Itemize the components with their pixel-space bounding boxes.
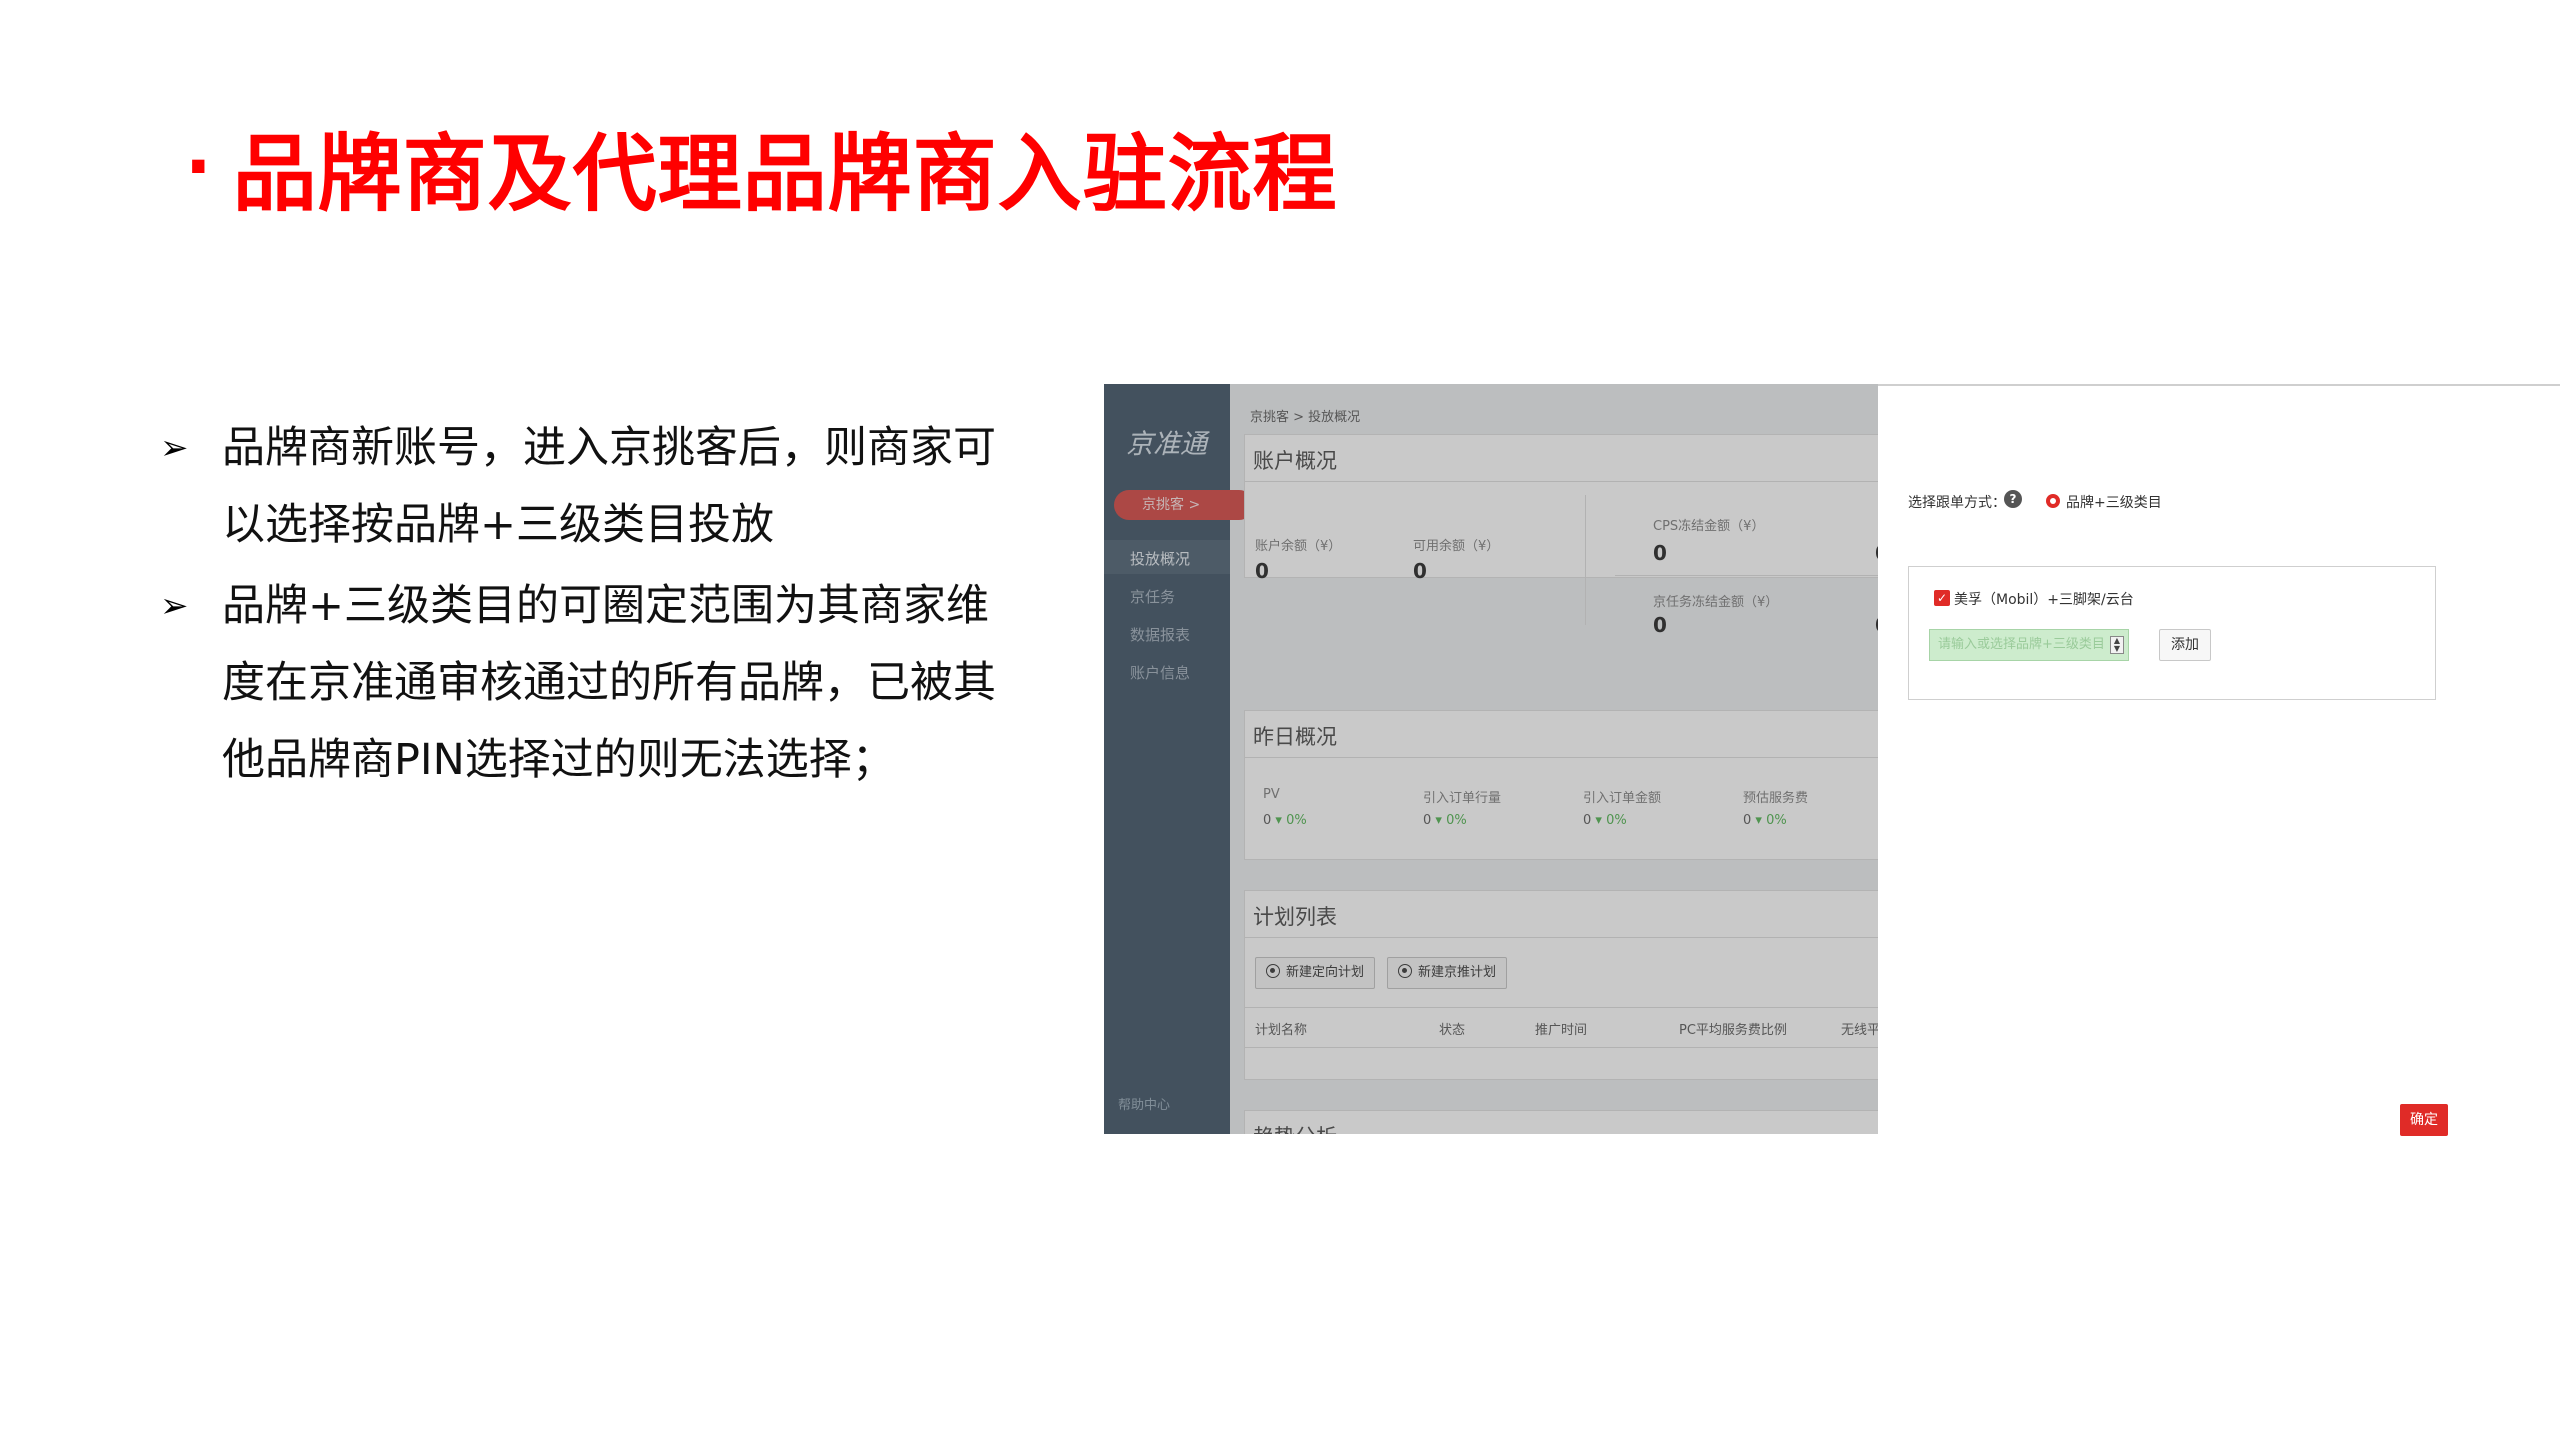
title-bullet-dot: · <box>185 126 213 208</box>
method-label: 选择跟单方式： <box>1908 495 2006 511</box>
brand-category-select[interactable]: 请输入或选择品牌+三级类目 ▲ ▼ <box>1929 629 2129 661</box>
spinner-icon[interactable]: ▲ ▼ <box>2110 636 2124 654</box>
brand-category-radio[interactable] <box>2046 494 2060 508</box>
bullet-list: ➢ 品牌商新账号，进入京挑客后，则商家可 以选择按品牌+三级类目投放 ➢ 品牌+… <box>160 410 1030 803</box>
bullet-line: 品牌商新账号，进入京挑客后，则商家可 <box>222 423 996 473</box>
bullet-line: 度在京准通审核通过的所有品牌，已被其 <box>222 658 996 708</box>
brand-category-panel: ✓ 美孚（Mobil）+三脚架/云台 请输入或选择品牌+三级类目 ▲ ▼ 添加 <box>1908 566 2436 700</box>
title-text: 品牌商及代理品牌商入驻流程 <box>232 124 1338 223</box>
add-button[interactable]: 添加 <box>2159 629 2211 661</box>
brand-category-checkbox[interactable]: ✓ <box>1934 590 1950 606</box>
arrow-bullet-icon: ➢ <box>160 586 189 626</box>
checkbox-label: 美孚（Mobil）+三脚架/云台 <box>1954 592 2134 608</box>
tracking-method-dialog: 选择跟单方式： ? 品牌+三级类目 ✓ 美孚（Mobil）+三脚架/云台 请输入… <box>1878 386 2454 1134</box>
select-placeholder: 请输入或选择品牌+三级类目 <box>1938 637 2105 652</box>
bullet-line: 以选择按品牌+三级类目投放 <box>222 500 775 550</box>
radio-label: 品牌+三级类目 <box>2066 495 2162 511</box>
modal-backdrop[interactable] <box>1104 384 1878 1134</box>
bullet-item: ➢ 品牌+三级类目的可圈定范围为其商家维 度在京准通审核通过的所有品牌，已被其 … <box>160 568 1030 799</box>
bullet-text: 品牌商新账号，进入京挑客后，则商家可 以选择按品牌+三级类目投放 <box>222 410 996 564</box>
confirm-button[interactable]: 确定 <box>2400 1104 2448 1136</box>
help-icon[interactable]: ? <box>2004 490 2022 508</box>
arrow-bullet-icon: ➢ <box>160 428 189 468</box>
bullet-line: 他品牌商PIN选择过的则无法选择； <box>222 735 895 785</box>
embedded-screenshot: 京准通 京挑客 > 投放概况 京任务 数据报表 账户信息 帮助中心 京挑客 > … <box>1104 384 2560 1136</box>
slide-title: · 品牌商及代理品牌商入驻流程 <box>185 112 1338 223</box>
bullet-item: ➢ 品牌商新账号，进入京挑客后，则商家可 以选择按品牌+三级类目投放 <box>160 410 1030 564</box>
jingtiaoke-app: 京准通 京挑客 > 投放概况 京任务 数据报表 账户信息 帮助中心 京挑客 > … <box>1104 384 1878 1134</box>
bullet-line: 品牌+三级类目的可圈定范围为其商家维 <box>222 581 990 631</box>
bullet-text: 品牌+三级类目的可圈定范围为其商家维 度在京准通审核通过的所有品牌，已被其 他品… <box>222 568 996 799</box>
